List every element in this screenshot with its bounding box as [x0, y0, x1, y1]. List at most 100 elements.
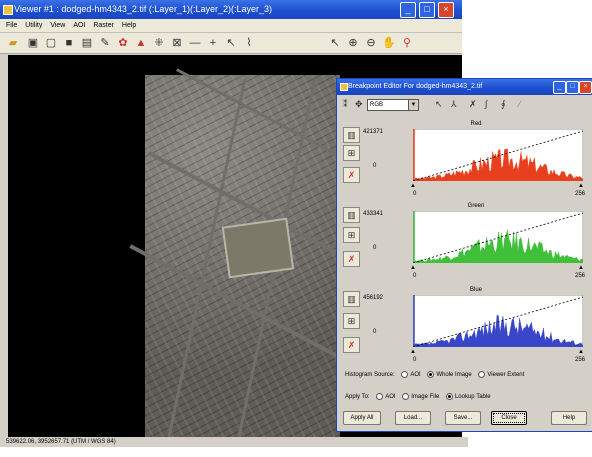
- breakpoint-marker[interactable]: ▲: [578, 349, 584, 355]
- radio-image-file[interactable]: [402, 393, 410, 400]
- menu-utility[interactable]: Utility: [25, 22, 42, 29]
- breakpoint-marker[interactable]: ▲: [578, 265, 584, 271]
- panel-label: Green: [467, 203, 485, 209]
- lock-icon[interactable]: ▲: [134, 36, 148, 50]
- reset-icon[interactable]: ✗: [343, 251, 360, 267]
- plus-icon[interactable]: +: [206, 36, 220, 50]
- move-icon[interactable]: ✥: [355, 99, 363, 110]
- open-field: [221, 217, 295, 279]
- breakpoint-marker[interactable]: ▲: [578, 183, 584, 189]
- band-select[interactable]: RGB ▼: [367, 99, 419, 111]
- close-button[interactable]: Close: [491, 411, 527, 425]
- measure-icon[interactable]: ⌇: [242, 36, 256, 50]
- breakpoint-marker[interactable]: ▲: [410, 265, 416, 271]
- zero-label: 0: [373, 245, 377, 251]
- inquire-icon[interactable]: ⚲: [400, 36, 414, 50]
- breakpoint-editor-window: Breakpoint Editor For dodged-hm4343_2.ti…: [336, 78, 592, 432]
- editor-maximize-icon[interactable]: □: [566, 81, 579, 94]
- histogram-icon[interactable]: ▥: [343, 127, 360, 143]
- radio-apply-aoi[interactable]: [376, 393, 384, 400]
- panel-label: Blue: [469, 287, 482, 293]
- apply-to-label: Apply To:: [345, 394, 370, 401]
- minimize-icon[interactable]: _: [400, 2, 416, 18]
- table-icon[interactable]: ⊞: [343, 227, 360, 243]
- menubar: File Utility View AOI Raster Help: [0, 19, 462, 33]
- max-count-label: 456192: [363, 295, 384, 301]
- histogram-icon[interactable]: ▥: [343, 291, 360, 307]
- viewer-titlebar[interactable]: Viewer #1 : dodged-hm4343_2.tif (:Layer_…: [0, 0, 462, 19]
- zero-label: 0: [373, 329, 377, 335]
- help-button[interactable]: Help: [551, 411, 587, 425]
- editor-titlebar[interactable]: Breakpoint Editor For dodged-hm4343_2.ti…: [337, 79, 592, 95]
- editor-close-icon[interactable]: ×: [579, 81, 592, 94]
- insert-point-icon[interactable]: ⅄: [451, 99, 457, 110]
- new-viewer-icon[interactable]: ▣: [26, 36, 40, 50]
- apply-all-button[interactable]: Apply All: [343, 411, 381, 425]
- frame-icon[interactable]: ⊠: [170, 36, 184, 50]
- page-icon[interactable]: ▢: [44, 36, 58, 50]
- menu-raster[interactable]: Raster: [93, 22, 114, 29]
- save-icon[interactable]: ■: [62, 36, 76, 50]
- x-max-label: 256: [575, 191, 586, 197]
- apply-to-row: Apply To: AOI Image File Lookup Table: [345, 393, 491, 400]
- minus-icon[interactable]: —: [188, 36, 202, 50]
- table-icon[interactable]: ⊞: [343, 145, 360, 161]
- x-min-label: 0: [413, 191, 417, 197]
- zoom-in-icon[interactable]: ⊕: [346, 36, 360, 50]
- radio-aoi[interactable]: [401, 371, 409, 378]
- tool-icon[interactable]: ↖: [224, 36, 238, 50]
- status-bar: 539622.06, 3952657.71 (UTM / WGS 84): [0, 437, 468, 447]
- band-select-value: RGB: [370, 102, 384, 108]
- flower-icon[interactable]: ✿: [116, 36, 130, 50]
- radio-label: Viewer Extent: [487, 372, 525, 379]
- zero-label: 0: [373, 163, 377, 169]
- close-icon[interactable]: ×: [438, 2, 454, 18]
- radio-lookup-table[interactable]: [445, 393, 453, 400]
- x-min-label: 0: [413, 273, 417, 279]
- histogram-panel-red: Red 421371 0 ▲ ▲ 0 256: [361, 121, 591, 201]
- chevron-down-icon[interactable]: ▼: [408, 100, 418, 110]
- histogram-green[interactable]: [413, 211, 583, 263]
- delete-point-icon[interactable]: ✗: [469, 99, 477, 110]
- curve-icon[interactable]: ∫: [485, 99, 487, 109]
- pan-hand-icon[interactable]: ✋: [382, 36, 396, 50]
- editor-title: Breakpoint Editor For dodged-hm4343_2.ti…: [348, 83, 483, 90]
- menu-aoi[interactable]: AOI: [73, 22, 85, 29]
- editor-minimize-icon[interactable]: _: [553, 81, 566, 94]
- curve-alt-icon[interactable]: ∮: [501, 99, 506, 110]
- histogram-blue[interactable]: [413, 295, 583, 347]
- histogram-panel-green: Green 433341 0 ▲ ▲ 0 256: [361, 203, 591, 283]
- breakpoint-tool-icon[interactable]: ⁑: [343, 99, 348, 110]
- radio-whole-image[interactable]: [427, 371, 435, 378]
- breakpoint-marker[interactable]: ▲: [410, 349, 416, 355]
- histogram-red[interactable]: [413, 129, 583, 181]
- line-icon[interactable]: ⁄: [519, 99, 521, 109]
- select-arrow-icon[interactable]: ↖: [328, 36, 342, 50]
- save-button[interactable]: Save...: [445, 411, 481, 425]
- menu-file[interactable]: File: [6, 22, 17, 29]
- histogram-panel-blue: Blue 456192 0 ▲ ▲ 0 256: [361, 287, 591, 367]
- radio-viewer-extent[interactable]: [478, 371, 486, 378]
- x-min-label: 0: [413, 357, 417, 363]
- panel-label: Red: [470, 121, 482, 127]
- reset-icon[interactable]: ✗: [343, 167, 360, 183]
- editor-arrow-icon[interactable]: ↖: [435, 99, 443, 110]
- load-button[interactable]: Load...: [395, 411, 431, 425]
- reset-icon[interactable]: ✗: [343, 337, 360, 353]
- max-count-label: 421371: [363, 129, 384, 135]
- breakpoint-marker[interactable]: ▲: [410, 183, 416, 189]
- maximize-icon[interactable]: □: [419, 2, 435, 18]
- radio-label: AOI: [410, 372, 421, 379]
- table-icon[interactable]: ⊞: [343, 313, 360, 329]
- open-folder-icon[interactable]: ▰: [6, 36, 20, 50]
- zoom-out-icon[interactable]: ⊖: [364, 36, 378, 50]
- coordinate-readout: 539622.06, 3952657.71 (UTM / WGS 84): [6, 439, 116, 445]
- pencil-icon[interactable]: ✎: [98, 36, 112, 50]
- grid-icon[interactable]: ⁜: [152, 36, 166, 50]
- menu-view[interactable]: View: [50, 22, 65, 29]
- x-max-label: 256: [575, 357, 586, 363]
- histogram-icon[interactable]: ▥: [343, 207, 360, 223]
- x-max-label: 256: [575, 273, 586, 279]
- print-icon[interactable]: ▤: [80, 36, 94, 50]
- menu-help[interactable]: Help: [122, 22, 136, 29]
